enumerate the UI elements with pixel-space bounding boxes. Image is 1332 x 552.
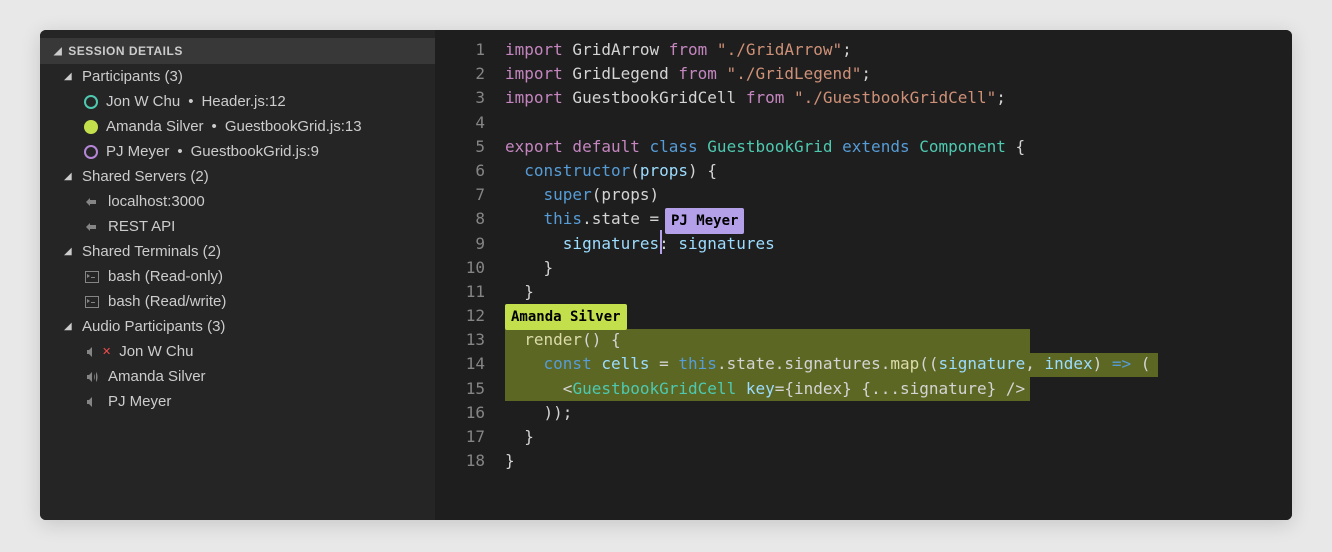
audio-name: Jon W Chu: [119, 343, 193, 360]
remote-cursor-amanda: Amanda Silver: [505, 304, 627, 330]
speaker-icon: [84, 369, 100, 385]
participants-group[interactable]: ◢ Participants (3): [40, 64, 435, 89]
server-item[interactable]: REST API: [40, 214, 435, 239]
shared-servers-group[interactable]: ◢ Shared Servers (2): [40, 164, 435, 189]
chevron-down-icon: ◢: [64, 71, 74, 82]
group-label: Shared Terminals (2): [82, 243, 221, 260]
audio-participant-item[interactable]: PJ Meyer: [40, 389, 435, 414]
audio-participant-item[interactable]: ✕ Jon W Chu: [40, 339, 435, 364]
terminal-label: bash (Read-only): [108, 268, 223, 285]
terminal-item[interactable]: bash (Read/write): [40, 289, 435, 314]
audio-participants-group[interactable]: ◢ Audio Participants (3): [40, 314, 435, 339]
dot: •: [188, 93, 193, 110]
section-title: SESSION DETAILS: [68, 44, 183, 58]
audio-name: Amanda Silver: [108, 368, 206, 385]
participant-item[interactable]: Jon W Chu • Header.js:12: [40, 89, 435, 114]
server-item[interactable]: localhost:3000: [40, 189, 435, 214]
shared-terminals-group[interactable]: ◢ Shared Terminals (2): [40, 239, 435, 264]
chevron-down-icon: ◢: [64, 171, 74, 182]
broadcast-icon: [84, 219, 100, 235]
participant-item[interactable]: PJ Meyer • GuestbookGrid.js:9: [40, 139, 435, 164]
terminal-icon: [84, 294, 100, 310]
audio-participant-item[interactable]: Amanda Silver: [40, 364, 435, 389]
code-content[interactable]: PJ Meyer Amanda Silver import GridArrow …: [505, 38, 1292, 520]
participant-item[interactable]: Amanda Silver • GuestbookGrid.js:13: [40, 114, 435, 139]
participant-name: Jon W Chu: [106, 93, 180, 110]
audio-name: PJ Meyer: [108, 393, 171, 410]
mute-x-icon: ✕: [102, 345, 111, 358]
chevron-down-icon: ◢: [64, 246, 74, 257]
remote-cursor-caret-icon: [660, 230, 662, 254]
presence-indicator-icon: [84, 95, 98, 109]
editor-window: ◢ SESSION DETAILS ◢ Participants (3) Jon…: [40, 30, 1292, 520]
server-label: REST API: [108, 218, 175, 235]
dot: •: [177, 143, 182, 160]
participant-location: Header.js:12: [201, 93, 285, 110]
remote-cursor-pj: PJ Meyer: [665, 208, 744, 234]
group-label: Shared Servers (2): [82, 168, 209, 185]
participant-location: GuestbookGrid.js:13: [225, 118, 362, 135]
speaker-icon: [84, 394, 100, 410]
participant-name: Amanda Silver: [106, 118, 204, 135]
chevron-down-icon: ◢: [64, 321, 74, 332]
server-label: localhost:3000: [108, 193, 205, 210]
presence-indicator-icon: [84, 120, 98, 134]
group-label: Audio Participants (3): [82, 318, 225, 335]
dot: •: [212, 118, 217, 135]
terminal-label: bash (Read/write): [108, 293, 226, 310]
presence-indicator-icon: [84, 145, 98, 159]
speaker-muted-icon: [84, 344, 100, 360]
chevron-down-icon: ◢: [54, 46, 62, 57]
group-label: Participants (3): [82, 68, 183, 85]
session-details-header[interactable]: ◢ SESSION DETAILS: [40, 38, 435, 64]
sidebar: ◢ SESSION DETAILS ◢ Participants (3) Jon…: [40, 30, 435, 520]
participant-name: PJ Meyer: [106, 143, 169, 160]
line-numbers: 123456789101112131415161718: [435, 38, 505, 520]
code-editor[interactable]: 123456789101112131415161718 PJ Meyer Ama…: [435, 30, 1292, 520]
terminal-item[interactable]: bash (Read-only): [40, 264, 435, 289]
terminal-icon: [84, 269, 100, 285]
broadcast-icon: [84, 194, 100, 210]
participant-location: GuestbookGrid.js:9: [191, 143, 319, 160]
